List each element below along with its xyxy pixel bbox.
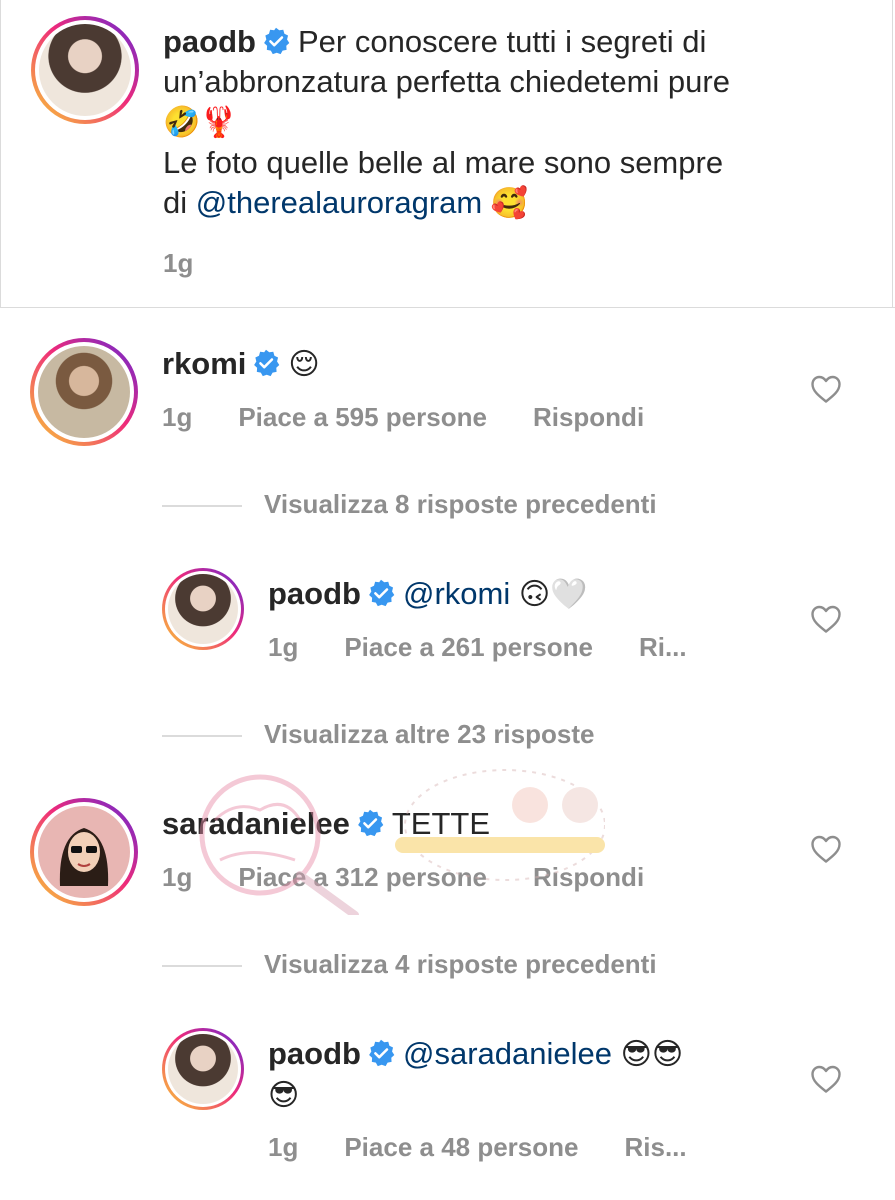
- comment-sara-text: saradanielee TETTE: [162, 804, 490, 844]
- heart-outline-icon[interactable]: [810, 1064, 842, 1094]
- comment-emoji: 🙃🤍: [518, 577, 588, 612]
- comment-emoji: 😌: [288, 347, 320, 382]
- comment-sara-meta: 1g Piace a 312 persone Rispondi: [162, 862, 690, 893]
- reply-button[interactable]: Ris...: [624, 1132, 686, 1162]
- caption-line1: Per conoscere tutti i segreti di: [298, 24, 707, 59]
- caption-emojis: 🤣🦞: [163, 105, 238, 140]
- comment-likes[interactable]: Piace a 261 persone: [344, 632, 593, 662]
- caption-text: paodb Per conoscere tutti i segreti di un…: [163, 22, 863, 224]
- caption-end-emoji: 🥰: [490, 186, 529, 221]
- reply-paodb-sara-text: paodb @saradanielee 😎😎 😎: [268, 1034, 768, 1116]
- comment-body: TETTE: [391, 806, 491, 841]
- view-replies-label: Visualizza altre 23 risposte: [264, 719, 595, 749]
- heart-outline-icon[interactable]: [810, 374, 842, 404]
- comment-likes[interactable]: Piace a 595 persone: [238, 402, 487, 432]
- reply-paodb-meta: 1g Piace a 261 persone Ri...: [268, 632, 733, 663]
- avatar-paodb[interactable]: [162, 568, 244, 650]
- verified-badge-icon: [357, 809, 384, 837]
- avatar-paodb[interactable]: [162, 1028, 244, 1110]
- view-more-replies-button[interactable]: Visualizza altre 23 risposte: [162, 719, 594, 750]
- comment-username[interactable]: paodb: [268, 1036, 361, 1071]
- comment-likes[interactable]: Piace a 312 persone: [238, 862, 487, 892]
- comment-likes[interactable]: Piace a 48 persone: [344, 1132, 578, 1162]
- view-replies-label: Visualizza 8 risposte precedenti: [264, 489, 657, 519]
- view-replies-label: Visualizza 4 risposte precedenti: [264, 949, 657, 979]
- post-caption: paodb Per conoscere tutti i segreti di un…: [0, 0, 893, 308]
- view-previous-replies-button[interactable]: Visualizza 4 risposte precedenti: [162, 949, 657, 980]
- comment-username[interactable]: saradanielee: [162, 806, 350, 841]
- comment-emoji-line2: 😎: [268, 1078, 300, 1113]
- avatar-saradanielee[interactable]: [30, 798, 138, 906]
- comment-rkomi-text: rkomi 😌: [162, 344, 320, 385]
- caption-mention[interactable]: @therealauroragram: [196, 185, 483, 220]
- verified-badge-icon: [264, 27, 290, 55]
- comment-time: 1g: [268, 632, 299, 662]
- comment-rkomi-meta: 1g Piace a 595 persone Rispondi: [162, 402, 690, 433]
- verified-badge-icon: [369, 579, 395, 607]
- reply-paodb-sara-meta: 1g Piace a 48 persone Ris...: [268, 1132, 733, 1163]
- comment-mention[interactable]: @rkomi: [403, 576, 510, 611]
- caption-line2: un’abbronzatura perfetta chiedetemi pure: [163, 64, 730, 99]
- verified-badge-icon: [369, 1039, 395, 1067]
- verified-badge-icon: [254, 349, 280, 377]
- caption-line5-prefix: di: [163, 185, 196, 220]
- avatar-rkomi[interactable]: [30, 338, 138, 446]
- replies-line: [162, 735, 242, 738]
- replies-line: [162, 505, 242, 508]
- caption-line4: Le foto quelle belle al mare sono sempre: [163, 145, 724, 180]
- heart-outline-icon[interactable]: [810, 604, 842, 634]
- avatar-paodb[interactable]: [31, 16, 139, 124]
- comment-mention[interactable]: @saradanielee: [403, 1036, 612, 1071]
- comment-username[interactable]: paodb: [268, 576, 361, 611]
- avatar-illustration: [59, 828, 109, 886]
- comment-time: 1g: [162, 402, 193, 432]
- reply-paodb-text: paodb @rkomi 🙃🤍: [268, 574, 588, 615]
- reply-button[interactable]: Rispondi: [533, 862, 644, 892]
- reply-button[interactable]: Rispondi: [533, 402, 644, 432]
- caption-time: 1g: [163, 248, 194, 278]
- comment-time: 1g: [162, 862, 193, 892]
- view-previous-replies-button[interactable]: Visualizza 8 risposte precedenti: [162, 489, 657, 520]
- comment-time: 1g: [268, 1132, 299, 1162]
- replies-line: [162, 965, 242, 968]
- reply-button[interactable]: Ri...: [639, 632, 687, 662]
- caption-username[interactable]: paodb: [163, 24, 256, 59]
- divider: [0, 307, 895, 308]
- comment-username[interactable]: rkomi: [162, 346, 246, 381]
- comment-emoji: 😎😎: [620, 1037, 684, 1072]
- heart-outline-icon[interactable]: [810, 834, 842, 864]
